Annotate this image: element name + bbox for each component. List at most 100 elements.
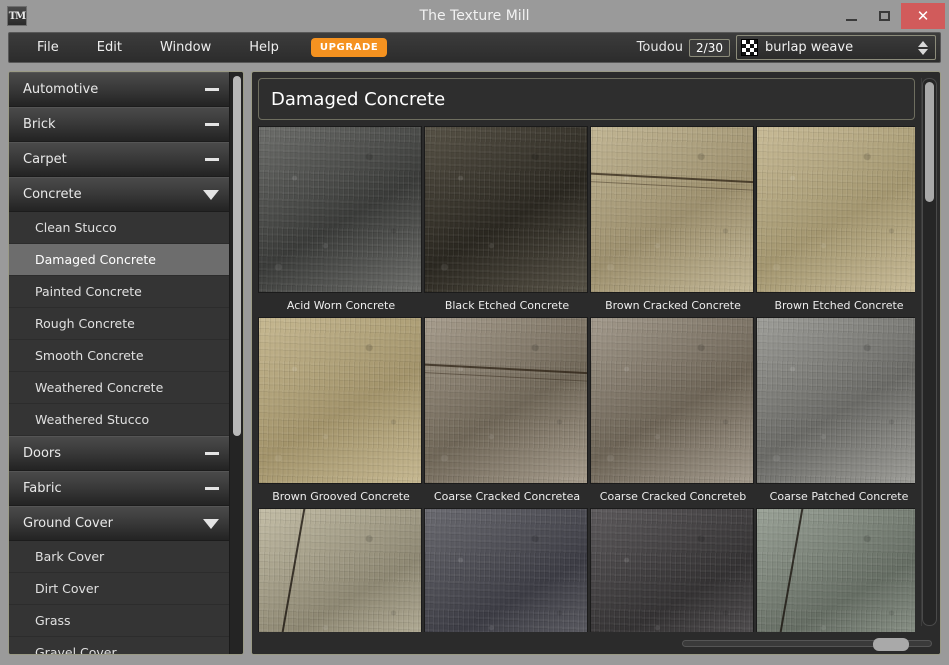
counter-value: 2/30	[689, 38, 730, 57]
category-header-doors[interactable]: Doors	[9, 436, 229, 471]
spinner-down-icon[interactable]	[918, 48, 928, 55]
app-icon: TM	[7, 6, 27, 26]
texture-cell	[756, 508, 915, 632]
category-header-label: Doors	[23, 446, 62, 461]
sidebar-item-clean-stucco[interactable]: Clean Stucco	[9, 212, 229, 244]
sidebar-item-label: Painted Concrete	[35, 284, 142, 299]
texture-cell	[258, 508, 424, 632]
sidebar-item-weathered-stucco[interactable]: Weathered Stucco	[9, 404, 229, 436]
sidebar-item-painted-concrete[interactable]: Painted Concrete	[9, 276, 229, 308]
minus-icon[interactable]	[205, 158, 219, 161]
minus-icon[interactable]	[205, 88, 219, 91]
texture-thumbnail[interactable]	[756, 126, 915, 293]
texture-thumbnail[interactable]	[590, 317, 754, 484]
texture-crack-overlay	[591, 509, 753, 632]
texture-thumbnail[interactable]	[756, 317, 915, 484]
texture-label: Coarse Patched Concrete	[756, 484, 915, 508]
sidebar-scroll-thumb[interactable]	[233, 76, 241, 436]
sidebar-item-label: Grass	[35, 613, 71, 628]
minus-icon[interactable]	[205, 452, 219, 455]
texture-label: Black Etched Concrete	[424, 293, 590, 317]
main-horizontal-scrollbar[interactable]	[252, 632, 940, 654]
texture-cell: Brown Cracked Concrete	[590, 126, 756, 317]
texture-thumbnail[interactable]	[258, 126, 422, 293]
main-horizontal-scroll-thumb[interactable]	[873, 637, 909, 651]
sidebar-item-label: Weathered Concrete	[35, 380, 164, 395]
sidebar-item-label: Smooth Concrete	[35, 348, 144, 363]
texture-crack-overlay	[757, 509, 915, 632]
sidebar-item-gravel-cover[interactable]: Gravel Cover	[9, 637, 229, 654]
category-header-ground-cover[interactable]: Ground Cover	[9, 506, 229, 541]
main-vertical-scrollbar[interactable]	[921, 78, 937, 626]
category-header-label: Automotive	[23, 82, 99, 97]
sidebar-item-label: Gravel Cover	[35, 645, 117, 654]
category-header-concrete[interactable]: Concrete	[9, 177, 229, 212]
texture-label: Acid Worn Concrete	[258, 293, 424, 317]
texture-thumbnail[interactable]	[590, 126, 754, 293]
texture-thumbnail[interactable]	[590, 508, 754, 632]
minimize-icon	[846, 19, 857, 21]
texture-cell: Black Etched Concrete	[424, 126, 590, 317]
texture-cell: Coarse Cracked Concretea	[424, 317, 590, 508]
main-horizontal-scroll-track[interactable]	[682, 637, 932, 651]
texture-crack-overlay	[757, 318, 915, 483]
menu-item-file[interactable]: File	[23, 33, 73, 62]
texture-thumbnail[interactable]	[424, 126, 588, 293]
menu-bar: File Edit Window Help UPGRADE Toudou 2/3…	[8, 32, 941, 63]
texture-thumbnail[interactable]	[424, 508, 588, 632]
title-bar: TM The Texture Mill ✕	[0, 0, 949, 32]
category-header-label: Concrete	[23, 187, 82, 202]
texture-crack-overlay	[757, 127, 915, 292]
maximize-button[interactable]	[868, 0, 901, 32]
sidebar-item-rough-concrete[interactable]: Rough Concrete	[9, 308, 229, 340]
category-sidebar: Automotive Brick Carpet Concrete Clean Stucc…	[8, 71, 244, 655]
upgrade-button[interactable]: UPGRADE	[310, 38, 388, 57]
texture-cell: Coarse Cracked Concreteb	[590, 317, 756, 508]
sidebar-item-weathered-concrete[interactable]: Weathered Concrete	[9, 372, 229, 404]
chevron-down-icon[interactable]	[203, 189, 219, 200]
texture-thumbnail[interactable]	[258, 508, 422, 632]
close-button[interactable]: ✕	[901, 3, 945, 29]
texture-label: Brown Cracked Concrete	[590, 293, 756, 317]
sidebar-item-bark-cover[interactable]: Bark Cover	[9, 541, 229, 573]
spinner-icon[interactable]	[918, 40, 928, 55]
texture-thumbnail[interactable]	[424, 317, 588, 484]
texture-browser-panel: Damaged Concrete Acid Worn Concrete Black…	[251, 71, 941, 655]
sidebar-item-label: Weathered Stucco	[35, 412, 150, 427]
menu-item-window[interactable]: Window	[146, 33, 225, 62]
texture-select[interactable]: burlap weave	[736, 35, 936, 60]
sidebar-item-dirt-cover[interactable]: Dirt Cover	[9, 573, 229, 605]
sidebar-item-grass[interactable]: Grass	[9, 605, 229, 637]
sidebar-item-label: Damaged Concrete	[35, 252, 156, 267]
app-window: TM The Texture Mill ✕ File Edit Window H…	[0, 0, 949, 665]
main-vertical-scroll-thumb[interactable]	[925, 82, 934, 202]
category-header-carpet[interactable]: Carpet	[9, 142, 229, 177]
spinner-up-icon[interactable]	[918, 40, 928, 47]
window-controls: ✕	[835, 0, 949, 32]
minus-icon[interactable]	[205, 487, 219, 490]
sidebar-scrollbar[interactable]	[229, 72, 243, 654]
menu-item-edit[interactable]: Edit	[83, 33, 136, 62]
texture-row: Brown Grooved Concrete Coarse Cracked Con…	[258, 317, 915, 508]
texture-thumbnail[interactable]	[756, 508, 915, 632]
category-header-automotive[interactable]: Automotive	[9, 72, 229, 107]
texture-cell: Coarse Patched Concrete	[756, 317, 915, 508]
sidebar-item-label: Dirt Cover	[35, 581, 99, 596]
sidebar-item-smooth-concrete[interactable]: Smooth Concrete	[9, 340, 229, 372]
texture-crack-overlay	[425, 318, 587, 483]
texture-label: Brown Grooved Concrete	[258, 484, 424, 508]
sidebar-item-label: Clean Stucco	[35, 220, 117, 235]
category-header-brick[interactable]: Brick	[9, 107, 229, 142]
sidebar-item-damaged-concrete[interactable]: Damaged Concrete	[9, 244, 229, 276]
window-title: The Texture Mill	[419, 8, 530, 24]
category-header-fabric[interactable]: Fabric	[9, 471, 229, 506]
menu-item-help[interactable]: Help	[235, 33, 293, 62]
texture-thumbnail[interactable]	[258, 317, 422, 484]
texture-crack-overlay	[425, 509, 587, 632]
category-header-label: Carpet	[23, 152, 67, 167]
texture-grid: Acid Worn Concrete Black Etched Concrete B…	[258, 126, 915, 632]
minus-icon[interactable]	[205, 123, 219, 126]
chevron-down-icon[interactable]	[203, 518, 219, 529]
minimize-button[interactable]	[835, 0, 868, 32]
counter-label: Toudou	[636, 40, 684, 55]
